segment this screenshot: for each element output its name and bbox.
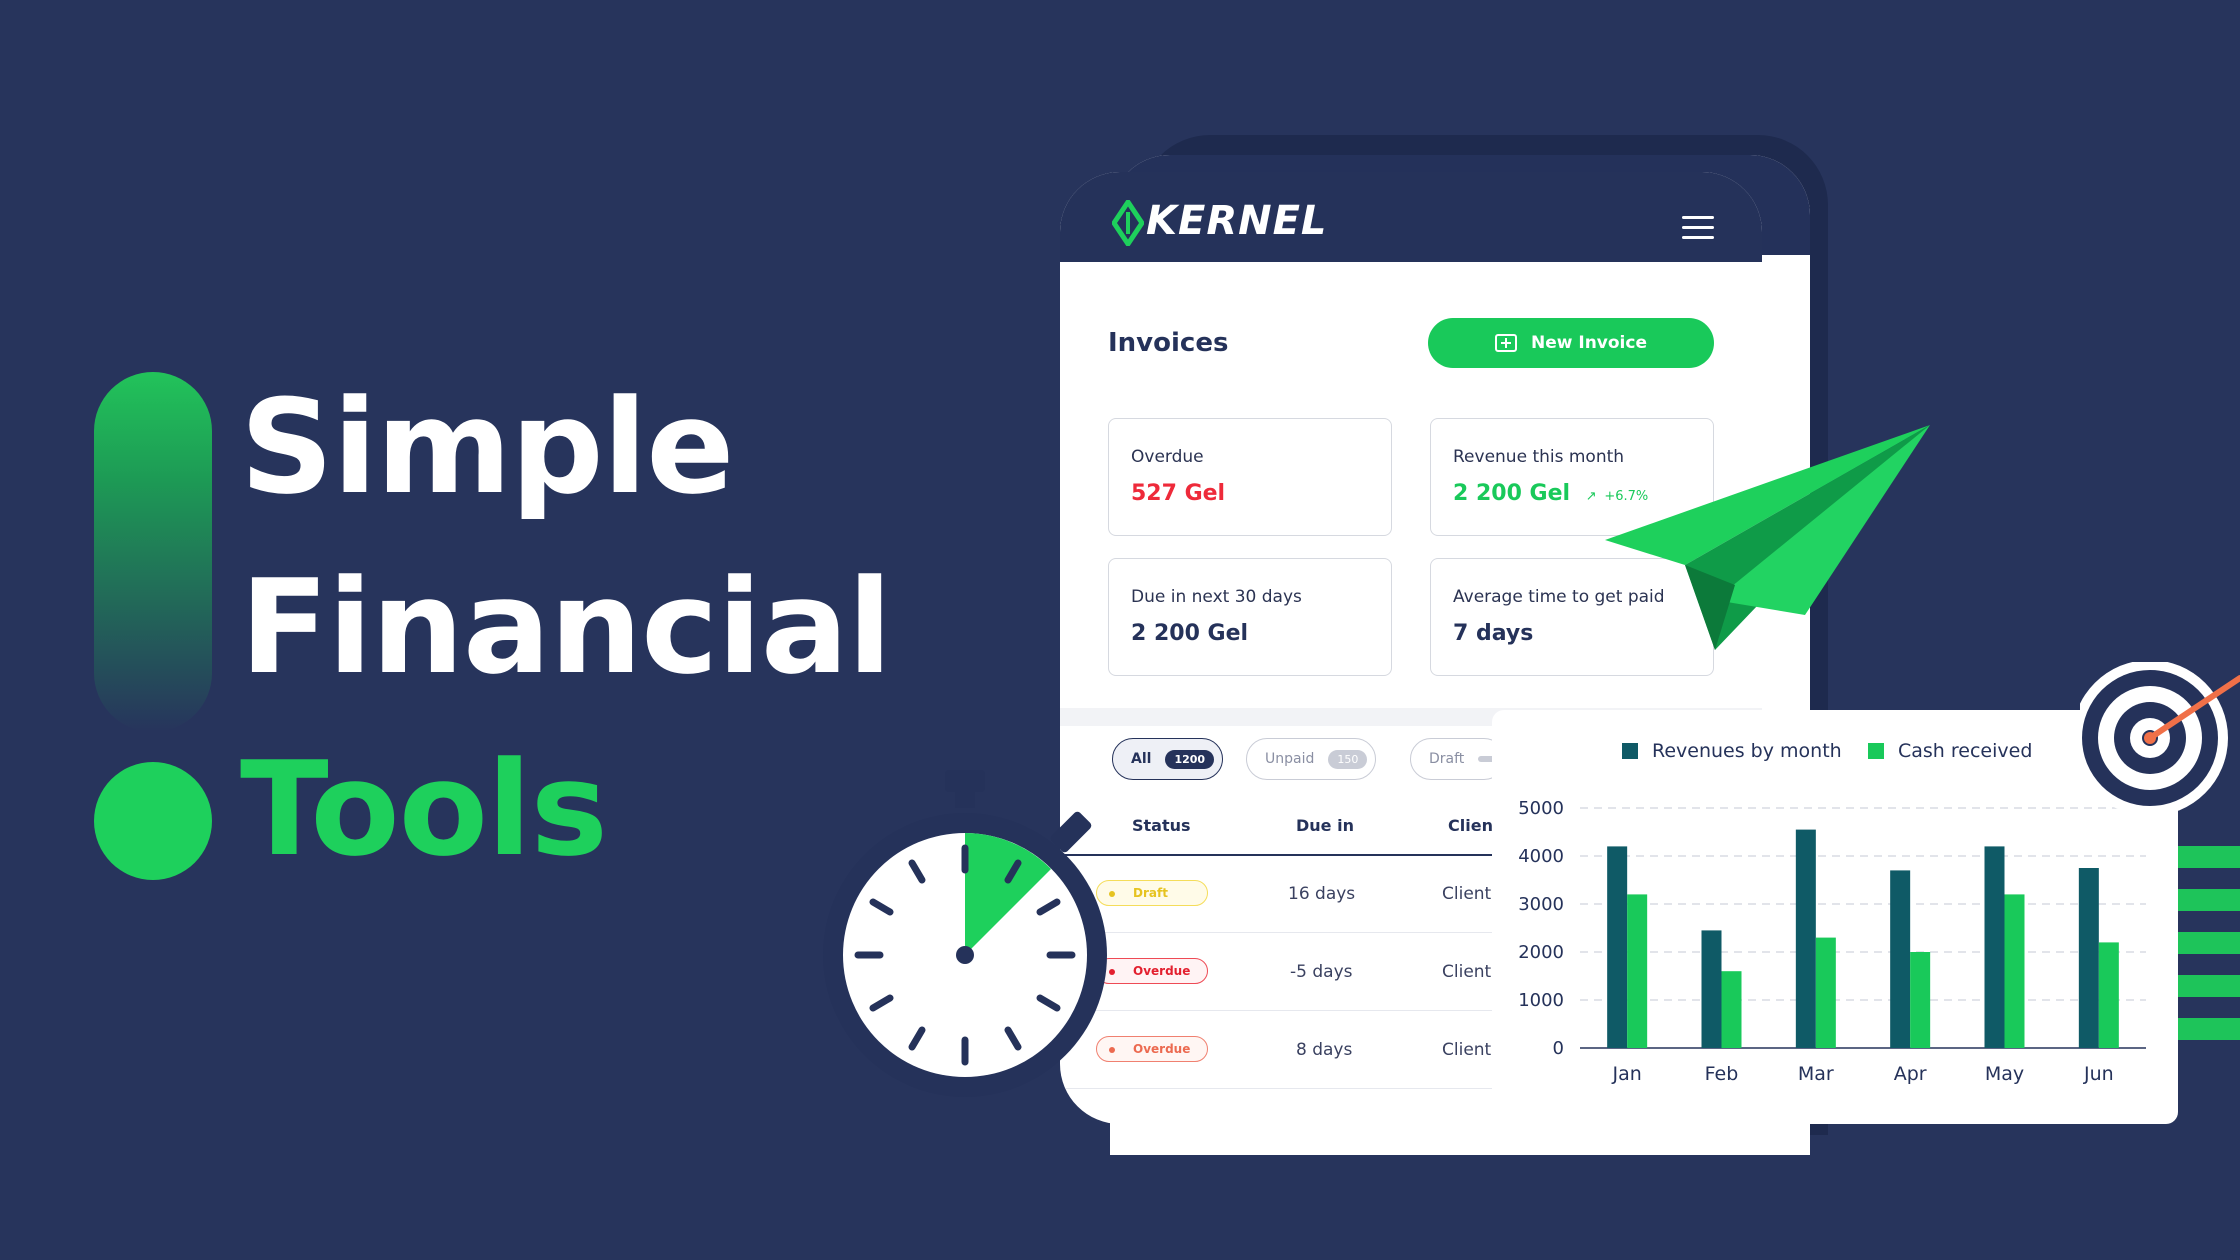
y-tick-label: 4000 [1518,846,1564,867]
bar-cash-jun [2098,942,2119,1048]
filter-label: Unpaid [1265,751,1315,767]
x-tick-label: Feb [1705,1063,1739,1085]
y-tick-label: 0 [1553,1038,1564,1059]
stat-card-due[interactable]: Due in next 30 days 2 200 Gel [1108,558,1392,676]
due-cell: 16 days [1288,884,1356,904]
bar-revenue-mar [1795,829,1816,1048]
filter-draft[interactable]: Draft [1410,738,1506,780]
headline-line-2: Financial [240,551,892,703]
bar-cash-may [2004,894,2025,1048]
accent-bar [94,372,212,732]
filter-label: Draft [1429,751,1465,767]
new-invoice-button[interactable]: New Invoice [1428,318,1714,368]
logo-text: KERNEL [1146,198,1328,244]
y-tick-label: 5000 [1518,798,1564,819]
bar-cash-jan [1627,894,1648,1048]
bar-revenue-jan [1607,846,1628,1048]
headline-line-1: Simple [240,371,734,523]
menu-icon[interactable] [1682,216,1714,239]
x-tick-label: Mar [1798,1063,1834,1085]
client-cell[interactable]: Client [1442,884,1491,904]
bar-cash-mar [1815,937,1836,1048]
folder-plus-icon [1494,334,1517,352]
decorative-stripes [2178,846,2240,1066]
filter-unpaid[interactable]: Unpaid 150 [1246,738,1377,780]
stat-label: Revenue this month [1453,447,1625,467]
trend-up-icon: ↗ [1585,489,1597,504]
stat-label: Overdue [1131,447,1204,467]
app-header: KERNEL [1060,172,1762,262]
filter-count: 1200 [1165,749,1215,769]
y-tick-label: 2000 [1518,942,1564,963]
x-tick-label: Jun [2083,1063,2114,1085]
y-tick-label: 1000 [1518,990,1564,1011]
x-tick-label: Apr [1894,1063,1927,1085]
column-header-status[interactable]: Status [1132,816,1191,835]
new-invoice-label: New Invoice [1530,333,1647,353]
headline-line-3: Tools [240,733,608,885]
bar-cash-apr [1910,952,1931,1048]
filter-label: All [1131,751,1152,767]
stat-card-overdue[interactable]: Overdue 527 Gel [1108,418,1392,536]
paper-plane-icon [1605,425,1930,650]
revenue-chart-panel: Revenues by month Cash received 5000 4000… [1492,710,2178,1124]
bar-revenue-feb [1701,930,1722,1048]
target-icon [2080,662,2240,816]
stat-value: 527 Gel [1131,481,1226,506]
bar-revenue-may [1984,846,2005,1048]
column-header-due[interactable]: Due in [1296,816,1354,835]
due-cell: -5 days [1290,962,1353,982]
filter-count: 150 [1328,749,1368,769]
x-tick-label: May [1985,1063,2024,1085]
bar-chart: 5000 4000 3000 2000 1000 0 Jan Feb Mar Apr May Jun [1518,798,2146,1085]
page-title: Invoices [1108,328,1229,358]
bar-cash-feb [1721,971,1742,1048]
bar-revenue-apr [1890,870,1911,1048]
stopwatch-icon [823,770,1107,1097]
bar-revenue-jun [2078,868,2099,1048]
due-cell: 8 days [1296,1040,1353,1060]
accent-dot [94,762,212,880]
x-tick-label: Jan [1612,1063,1642,1085]
kernel-logo-icon [1112,200,1144,246]
client-cell[interactable]: Client [1442,1040,1491,1060]
stat-value: 7 days [1453,621,1534,646]
y-tick-label: 3000 [1518,894,1564,915]
filter-all[interactable]: All 1200 [1112,738,1224,780]
client-cell[interactable]: Client [1442,962,1491,982]
stat-value: 2 200 Gel [1131,621,1249,646]
stat-label: Due in next 30 days [1131,587,1302,607]
stat-value: 2 200 Gel [1453,481,1571,506]
